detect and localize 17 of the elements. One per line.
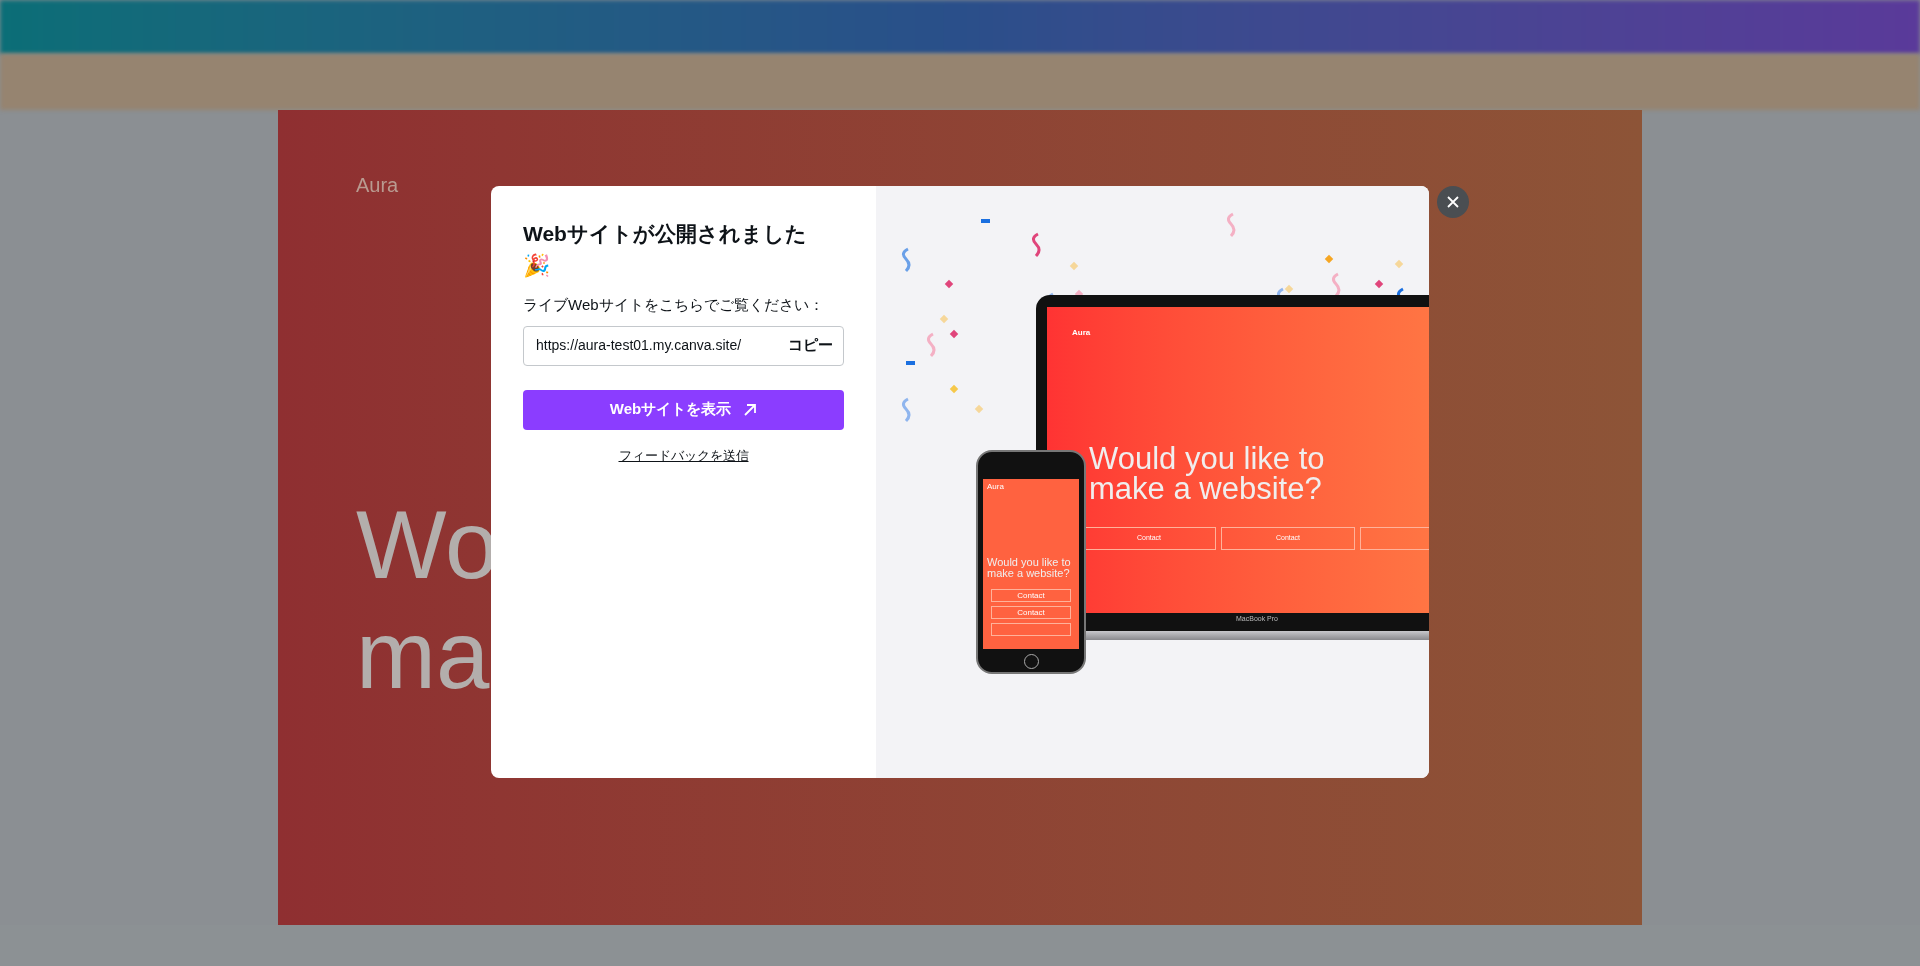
close-icon — [1447, 196, 1459, 208]
copy-button[interactable]: コピー — [788, 334, 833, 357]
feedback-link[interactable]: フィードバックを送信 — [618, 445, 749, 465]
site-brand: Aura — [1072, 327, 1091, 339]
url-label: ライブWebサイトをこちらでご覧ください： — [523, 295, 825, 315]
view-website-button[interactable]: Webサイトを表示 — [523, 389, 844, 430]
dialog-title: Webサイトが公開されました — [523, 222, 807, 245]
site-heading: Would you like to make a website? — [1089, 444, 1326, 504]
page-heading: Wo — [356, 490, 499, 600]
url-text: https://aura-test01.my.canva.site/ — [536, 336, 742, 355]
page-heading: ma — [356, 600, 490, 710]
arrow-up-right-icon — [743, 402, 758, 417]
party-icon: 🎉 — [523, 250, 550, 282]
phone-site-brand: Aura — [987, 481, 1004, 493]
phone-site-heading: Would you like to make a website? — [987, 557, 1072, 579]
url-field[interactable]: https://aura-test01.my.canva.site/ コピー — [523, 325, 844, 366]
page-brand: Aura — [356, 173, 399, 198]
